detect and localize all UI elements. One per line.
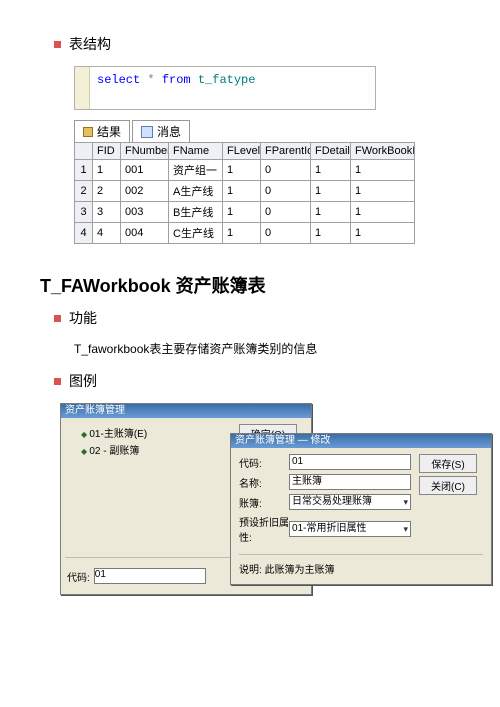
legend-area: 资产账簿管理 01-主账簿(E) 02 - 副账簿 确定(O) 取消(C) 代码… bbox=[60, 403, 460, 623]
col-fparentid: FParentId bbox=[261, 143, 311, 160]
sql-tablename: t_fatype bbox=[198, 73, 256, 87]
cell: 1 bbox=[223, 202, 261, 223]
code-label: 代码: bbox=[67, 569, 90, 584]
cell: 004 bbox=[121, 223, 169, 244]
tab-results[interactable]: 结果 bbox=[74, 120, 130, 142]
label-name: 名称: bbox=[239, 475, 289, 490]
label-depr: 预设折旧属性: bbox=[239, 514, 289, 544]
cell: 002 bbox=[121, 181, 169, 202]
row-number: 4 bbox=[75, 223, 93, 244]
window1-title: 资产账簿管理 bbox=[61, 404, 311, 418]
bullet-icon bbox=[54, 315, 61, 322]
function-description: T_faworkbook表主要存储资产账簿类别的信息 bbox=[74, 340, 460, 357]
sql-star: * bbox=[147, 73, 154, 87]
heading-function: 功能 bbox=[54, 308, 460, 328]
heading-legend: 图例 bbox=[54, 371, 460, 391]
save-button[interactable]: 保存(S) bbox=[419, 454, 477, 473]
label-acct: 账簿: bbox=[239, 495, 289, 510]
cell: 003 bbox=[121, 202, 169, 223]
cell: 资产组一 bbox=[169, 160, 223, 181]
row-number: 3 bbox=[75, 202, 93, 223]
cell: 0 bbox=[261, 202, 311, 223]
label-code: 代码: bbox=[239, 455, 289, 470]
field-depr[interactable]: 01-常用折旧属性 bbox=[289, 521, 411, 537]
cell: 0 bbox=[261, 160, 311, 181]
table-row: 22002A生产线1011 bbox=[75, 181, 415, 202]
cell: 2 bbox=[93, 181, 121, 202]
cell: 1 bbox=[351, 160, 415, 181]
cell: 0 bbox=[261, 181, 311, 202]
col-fworkbookid: FWorkBookID bbox=[351, 143, 415, 160]
table-row: 11001资产组一1011 bbox=[75, 160, 415, 181]
table-header-row: FID FNumber FName FLevel FParentId FDeta… bbox=[75, 143, 415, 160]
heading-table-structure: 表结构 bbox=[54, 34, 460, 54]
results-table: FID FNumber FName FLevel FParentId FDeta… bbox=[74, 142, 415, 244]
heading-function-label: 功能 bbox=[69, 308, 97, 328]
window2-note: 说明: 此账簿为主账簿 bbox=[239, 561, 483, 576]
heading-table-structure-label: 表结构 bbox=[69, 34, 111, 54]
sql-editor: select * from t_fatype bbox=[74, 66, 376, 110]
results-panel: 结果 消息 FID FNumber FName FLevel FParentId… bbox=[74, 120, 414, 244]
cell: 1 bbox=[223, 223, 261, 244]
sql-code: select * from t_fatype bbox=[75, 67, 375, 109]
results-tabbar: 结果 消息 bbox=[74, 120, 414, 142]
tab-results-label: 结果 bbox=[97, 123, 121, 140]
window-workbook-edit: 资产账簿管理 — 修改 代码: 01 名称: 主账簿 账簿: 日常交易处理账簿 bbox=[230, 433, 492, 585]
cell: 0 bbox=[261, 223, 311, 244]
cell: 1 bbox=[223, 160, 261, 181]
cell: 1 bbox=[93, 160, 121, 181]
row-number: 2 bbox=[75, 181, 93, 202]
cell: B生产线 bbox=[169, 202, 223, 223]
table-row: 44004C生产线1011 bbox=[75, 223, 415, 244]
cell: 4 bbox=[93, 223, 121, 244]
cell: 1 bbox=[223, 181, 261, 202]
col-fid: FID bbox=[93, 143, 121, 160]
cell: 001 bbox=[121, 160, 169, 181]
col-fname: FName bbox=[169, 143, 223, 160]
cell: 1 bbox=[351, 181, 415, 202]
tree-item[interactable]: 01-主账簿(E) bbox=[69, 424, 219, 441]
cell: 1 bbox=[351, 223, 415, 244]
bullet-icon bbox=[54, 41, 61, 48]
tree-item[interactable]: 02 - 副账簿 bbox=[69, 441, 219, 458]
sql-keyword-select: select bbox=[97, 73, 140, 87]
col-fnumber: FNumber bbox=[121, 143, 169, 160]
section-title: T_FAWorkbook 资产账簿表 bbox=[40, 272, 460, 298]
message-icon bbox=[141, 126, 153, 138]
cell: 1 bbox=[351, 202, 415, 223]
tab-messages-label: 消息 bbox=[157, 123, 181, 140]
row-number: 1 bbox=[75, 160, 93, 181]
tab-messages[interactable]: 消息 bbox=[132, 120, 190, 142]
heading-legend-label: 图例 bbox=[69, 371, 97, 391]
grid-icon bbox=[83, 127, 93, 137]
cell: 1 bbox=[311, 181, 351, 202]
window2-title: 资产账簿管理 — 修改 bbox=[231, 434, 491, 448]
bullet-icon bbox=[54, 378, 61, 385]
cell: 1 bbox=[311, 160, 351, 181]
cell: 1 bbox=[311, 202, 351, 223]
col-fdetail: FDetail bbox=[311, 143, 351, 160]
code-row: 代码: 01 bbox=[67, 568, 206, 584]
close-button[interactable]: 关闭(C) bbox=[419, 476, 477, 495]
field-name[interactable]: 主账簿 bbox=[289, 474, 411, 490]
sql-gutter bbox=[75, 67, 90, 109]
table-row: 33003B生产线1011 bbox=[75, 202, 415, 223]
cell: A生产线 bbox=[169, 181, 223, 202]
cell: 3 bbox=[93, 202, 121, 223]
table-corner bbox=[75, 143, 93, 160]
field-acct[interactable]: 日常交易处理账簿 bbox=[289, 494, 411, 510]
code-input[interactable]: 01 bbox=[94, 568, 206, 584]
cell: 1 bbox=[311, 223, 351, 244]
col-flevel: FLevel bbox=[223, 143, 261, 160]
field-code[interactable]: 01 bbox=[289, 454, 411, 470]
sql-keyword-from: from bbox=[162, 73, 191, 87]
cell: C生产线 bbox=[169, 223, 223, 244]
